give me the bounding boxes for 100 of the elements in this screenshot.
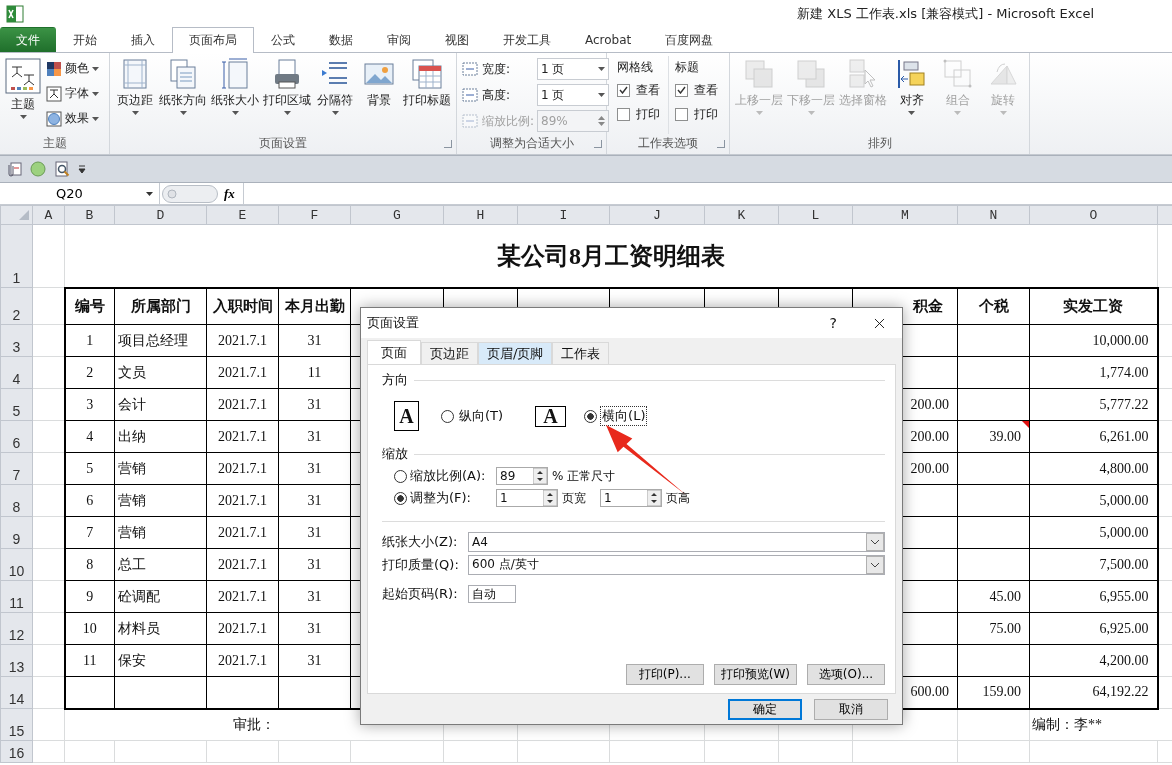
insert-function-button[interactable]: fx <box>224 185 235 202</box>
row-header[interactable]: 7 <box>0 452 33 485</box>
ribbon-button[interactable]: 纸张大小 <box>210 56 260 134</box>
column-header[interactable]: I <box>517 205 610 225</box>
checkbox-option[interactable]: 查看 <box>675 78 718 102</box>
radio-option[interactable]: 调整为(F): <box>394 489 471 507</box>
ribbon-button[interactable]: 纸张方向 <box>158 56 208 134</box>
row-header[interactable]: 14 <box>0 676 33 709</box>
checkbox[interactable] <box>617 107 630 121</box>
ribbon-tab[interactable]: 页面布局 <box>172 27 254 53</box>
launcher-icon[interactable] <box>594 140 602 148</box>
row-header[interactable]: 2 <box>0 287 33 325</box>
row-header[interactable]: 16 <box>0 740 33 763</box>
round-button-icon[interactable] <box>29 160 47 178</box>
file-menu-tab[interactable]: 文件 <box>0 27 56 52</box>
ribbon-tab[interactable]: 公式 <box>254 27 312 52</box>
radio-option[interactable]: 纵向(T) <box>441 406 506 426</box>
column-header[interactable]: N <box>957 205 1030 225</box>
ribbon-tab[interactable]: 插入 <box>114 27 172 52</box>
row-header[interactable]: 11 <box>0 580 33 613</box>
number-field[interactable]: 89 <box>496 467 548 485</box>
table-cell: 保安 <box>114 644 207 677</box>
radio-button[interactable] <box>394 491 407 505</box>
help-button[interactable]: ? <box>829 315 837 331</box>
column-header[interactable]: L <box>778 205 853 225</box>
select-field[interactable]: A4 <box>468 531 885 552</box>
dialog-tab[interactable]: 页眉/页脚 <box>478 342 553 364</box>
theme-option-button[interactable]: 效果 <box>44 106 101 131</box>
ribbon-button[interactable]: 打印区域 <box>262 56 312 134</box>
column-header[interactable]: A <box>32 205 65 225</box>
ok-button[interactable]: 确定 <box>728 698 802 720</box>
ribbon-button[interactable]: 分隔符 <box>314 56 356 134</box>
row-header[interactable]: 12 <box>0 612 33 645</box>
dialog-button[interactable]: 打印预览(W) <box>713 664 797 685</box>
column-header[interactable]: D <box>114 205 207 225</box>
column-header[interactable]: M <box>852 205 958 225</box>
column-header[interactable]: H <box>443 205 518 225</box>
dropdown-field[interactable]: 1 页 <box>537 58 609 80</box>
column-header[interactable]: F <box>278 205 351 225</box>
row-header[interactable]: 15 <box>0 708 33 741</box>
row-header[interactable]: 1 <box>0 224 33 288</box>
row-header[interactable]: 13 <box>0 644 33 677</box>
cancel-button[interactable]: 取消 <box>814 698 888 720</box>
dialog-button[interactable]: 打印(P)... <box>625 664 704 685</box>
row-header[interactable]: 8 <box>0 484 33 517</box>
ribbon-button[interactable]: 打印标题 <box>402 56 452 134</box>
radio-button[interactable] <box>441 409 454 423</box>
ribbon-button[interactable]: 页边距 <box>114 56 156 134</box>
row-header[interactable]: 3 <box>0 324 33 357</box>
customize-caret-icon[interactable] <box>77 164 87 174</box>
theme-option-button[interactable]: 字体 <box>44 81 101 106</box>
clip-document-icon[interactable] <box>5 160 23 178</box>
table-cell: 2021.7.1 <box>206 580 279 613</box>
row-header[interactable]: 6 <box>0 420 33 453</box>
ribbon-button[interactable]: 背景 <box>358 56 400 134</box>
dialog-button[interactable]: 选项(O)... <box>807 664 885 685</box>
row-header[interactable]: 10 <box>0 548 33 581</box>
row-header[interactable]: 4 <box>0 356 33 389</box>
checkbox-option[interactable]: 打印 <box>617 102 660 126</box>
dialog-tab[interactable]: 工作表 <box>552 342 610 364</box>
row-header[interactable]: 9 <box>0 516 33 549</box>
ribbon-tab[interactable]: 开始 <box>56 27 114 52</box>
row-header[interactable]: 5 <box>0 388 33 421</box>
name-box[interactable]: Q20 <box>0 182 160 205</box>
theme-option-button[interactable]: 颜色 <box>44 56 101 81</box>
radio-button[interactable] <box>584 409 598 423</box>
checkbox-option[interactable]: 打印 <box>675 102 718 126</box>
ribbon-tab[interactable]: 审阅 <box>370 27 428 52</box>
dialog-tab[interactable]: 页边距 <box>421 342 478 364</box>
launcher-icon[interactable] <box>444 140 452 148</box>
launcher-icon[interactable] <box>717 140 725 148</box>
ribbon-button[interactable]: 对齐 <box>890 56 934 134</box>
column-header[interactable]: J <box>609 205 705 225</box>
checkbox-option[interactable]: 查看 <box>617 78 660 102</box>
column-header[interactable]: K <box>704 205 779 225</box>
text-field[interactable]: 自动 <box>468 584 516 603</box>
radio-button[interactable] <box>394 469 407 483</box>
formula-grip[interactable] <box>162 184 218 203</box>
ribbon-tab[interactable]: 开发工具 <box>486 27 568 52</box>
select-field[interactable]: 600 点/英寸 <box>468 554 885 575</box>
number-field[interactable]: 1 <box>496 489 558 507</box>
number-field[interactable]: 1 <box>600 489 662 507</box>
column-header[interactable]: G <box>350 205 444 225</box>
checkbox[interactable] <box>617 83 630 97</box>
theme-button[interactable]: 主题 <box>4 56 42 134</box>
checkbox[interactable] <box>675 83 688 97</box>
ribbon-tab[interactable]: 百度网盘 <box>648 27 731 52</box>
checkbox[interactable] <box>675 107 688 121</box>
column-header[interactable]: B <box>64 205 115 225</box>
check-icon <box>619 86 628 94</box>
ribbon-tab[interactable]: 视图 <box>428 27 486 52</box>
column-header[interactable]: E <box>206 205 279 225</box>
table-cell: 75.00 <box>957 612 1030 645</box>
dialog-tab[interactable]: 页面 <box>367 340 421 365</box>
dropdown-field[interactable]: 1 页 <box>537 84 609 106</box>
column-header[interactable]: O <box>1029 205 1158 225</box>
ribbon-tab[interactable]: 数据 <box>312 27 370 52</box>
ribbon-tab[interactable]: Acrobat <box>568 27 649 52</box>
print-preview-icon[interactable] <box>53 160 71 178</box>
radio-option[interactable]: 缩放比例(A): <box>394 467 486 485</box>
